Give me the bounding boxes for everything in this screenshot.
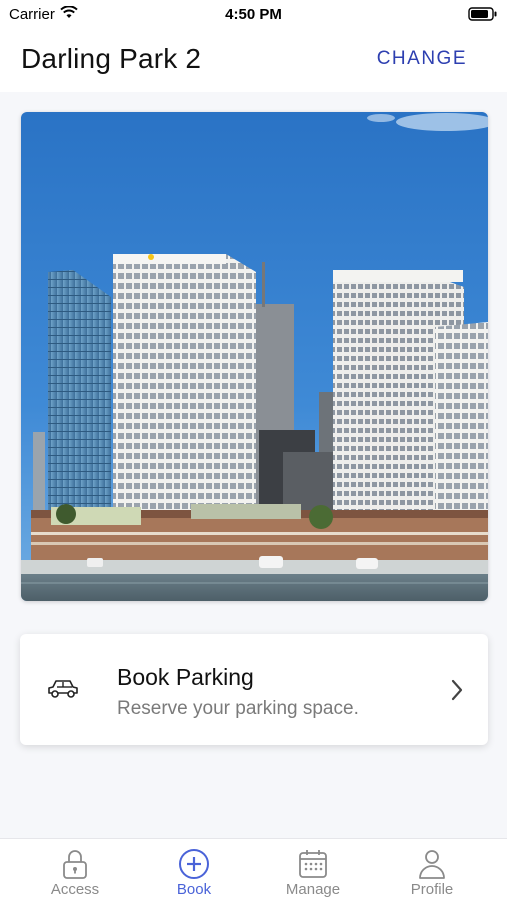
tab-book-label: Book [176, 881, 212, 898]
tab-profile-label: Profile [410, 881, 454, 898]
person-icon [372, 848, 492, 880]
change-location-button[interactable]: CHANGE [377, 48, 467, 70]
status-time: 4:50 PM [225, 6, 282, 23]
tab-profile[interactable]: Profile [372, 839, 492, 900]
status-bar: Carrier 4:50 PM [0, 0, 507, 30]
chevron-right-icon [450, 678, 464, 707]
tab-bar: Access Book Manage Profile [0, 838, 507, 900]
plus-circle-icon [134, 848, 254, 880]
lock-icon [15, 848, 135, 880]
header: Darling Park 2 CHANGE [0, 30, 507, 92]
car-icon [46, 677, 80, 706]
location-title: Darling Park 2 [21, 43, 202, 74]
calendar-icon [253, 848, 373, 880]
book-parking-subtitle: Reserve your parking space. [117, 698, 359, 719]
tab-access-label: Access [50, 881, 100, 898]
tab-access[interactable]: Access [15, 839, 135, 900]
book-parking-title: Book Parking [117, 664, 254, 690]
tab-manage[interactable]: Manage [253, 839, 373, 900]
book-parking-card[interactable]: Book Parking Reserve your parking space. [20, 634, 488, 745]
tab-book[interactable]: Book [134, 839, 254, 900]
tab-manage-label: Manage [285, 881, 341, 898]
building-photo [21, 112, 488, 601]
battery-icon [468, 7, 498, 25]
